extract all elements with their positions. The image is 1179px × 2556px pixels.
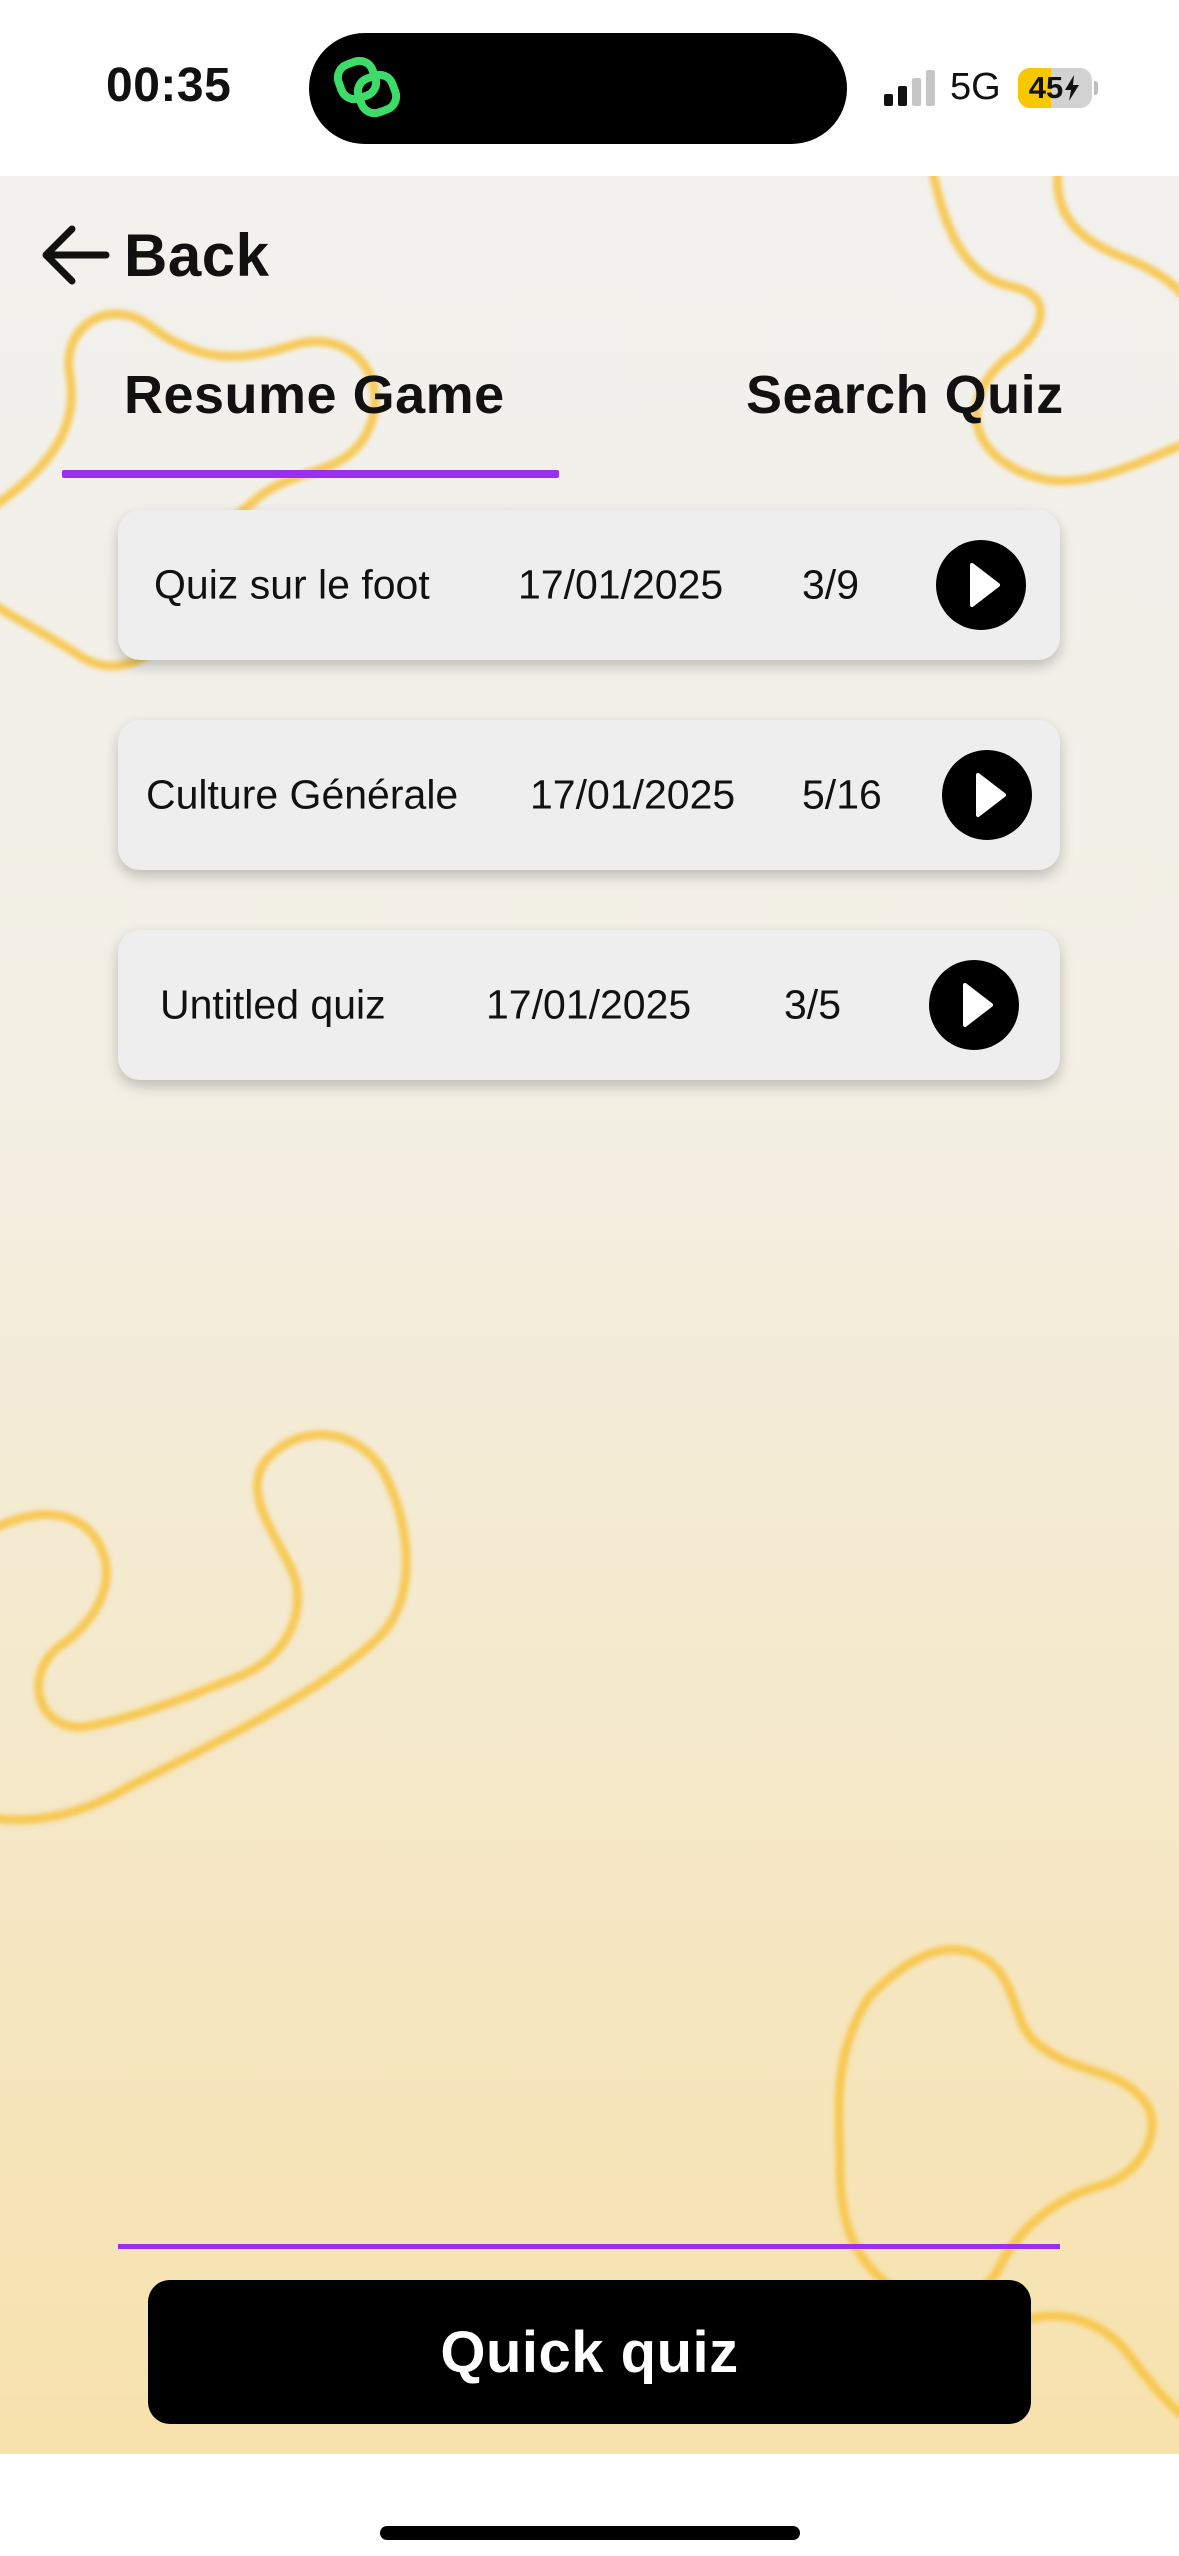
game-date: 17/01/2025 — [486, 981, 692, 1028]
game-row[interactable]: Quiz sur le foot 17/01/2025 3/9 — [118, 510, 1060, 660]
game-progress: 3/9 — [802, 561, 859, 608]
status-time: 00:35 — [106, 59, 232, 112]
home-indicator-area — [0, 2454, 1179, 2556]
battery-charging-icon: 45 — [1018, 68, 1098, 108]
play-button[interactable] — [942, 750, 1032, 840]
battery-level: 45 — [1028, 70, 1064, 105]
game-title: Untitled quiz — [160, 981, 386, 1028]
play-icon — [970, 563, 1000, 607]
network-type: 5G — [950, 66, 1001, 108]
play-button[interactable] — [929, 960, 1019, 1050]
charging-bolt-icon — [1065, 75, 1080, 101]
quick-quiz-button[interactable]: Quick quiz — [148, 2280, 1031, 2424]
tab-search-quiz[interactable]: Search Quiz — [746, 364, 1064, 426]
play-icon — [963, 983, 993, 1027]
back-button[interactable]: Back — [40, 220, 269, 290]
linked-rings-icon — [333, 56, 403, 120]
app-screen: Back Resume Game Search Quiz Quiz sur le… — [0, 176, 1179, 2454]
arrow-left-icon — [42, 225, 110, 285]
game-row[interactable]: Untitled quiz 17/01/2025 3/5 — [118, 930, 1060, 1080]
back-label: Back — [124, 221, 270, 289]
game-progress: 3/5 — [784, 981, 841, 1028]
game-title: Quiz sur le foot — [154, 561, 430, 608]
tab-resume-game[interactable]: Resume Game — [124, 364, 505, 426]
home-indicator[interactable] — [380, 2526, 800, 2540]
play-button[interactable] — [936, 540, 1026, 630]
status-bar: 00:35 5G 45 — [0, 0, 1179, 176]
game-progress: 5/16 — [802, 771, 882, 818]
game-date: 17/01/2025 — [518, 561, 724, 608]
game-title: Culture Générale — [146, 771, 459, 818]
play-icon — [976, 773, 1006, 817]
footer-divider — [118, 2244, 1060, 2249]
game-date: 17/01/2025 — [530, 771, 736, 818]
game-row[interactable]: Culture Générale 17/01/2025 5/16 — [118, 720, 1060, 870]
dynamic-island — [309, 33, 847, 144]
cellular-signal-icon — [882, 70, 938, 106]
active-tab-indicator — [62, 470, 559, 478]
